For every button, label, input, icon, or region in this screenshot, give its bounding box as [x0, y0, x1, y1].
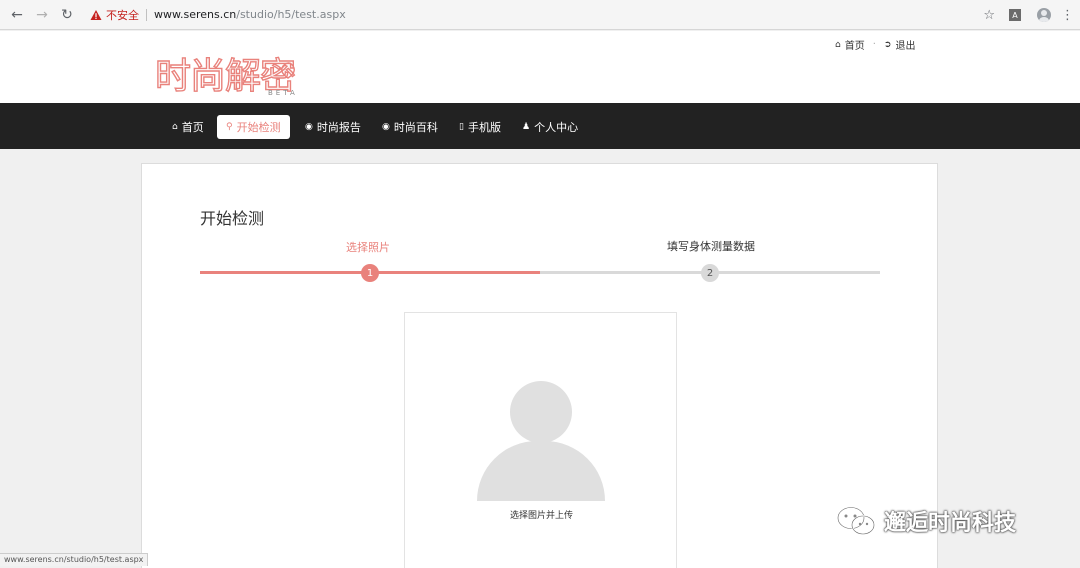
nav-item-label: 开始检测: [236, 121, 281, 134]
mobile-phone-icon: ▯: [459, 122, 464, 132]
logout-icon: ➲: [883, 39, 892, 50]
page-title: 开始检测: [200, 209, 265, 228]
user-icon: ♟: [522, 122, 531, 132]
nav-item-label: 首页: [181, 121, 204, 134]
nav-item-report[interactable]: ◉ 时尚报告: [305, 115, 361, 139]
site-header: 时尚解密 BETA ⌂ 首页 · ➲ 退出: [0, 31, 1080, 103]
watermark-text: 邂逅时尚科技: [884, 511, 1017, 536]
insecure-label: 不安全: [106, 8, 139, 22]
avatar-placeholder-head: [510, 381, 572, 443]
search-icon: ⚲: [226, 122, 233, 132]
header-logout-link[interactable]: 退出: [895, 37, 915, 52]
header-link-divider: ·: [872, 39, 876, 50]
step-2-indicator[interactable]: 2: [701, 264, 719, 282]
address-bar[interactable]: 不安全 www.serens.cn /studio/h5/test.aspx: [86, 4, 966, 26]
nav-item-label: 个人中心: [534, 121, 579, 134]
nav-item-label: 手机版: [467, 121, 501, 134]
avatar-placeholder-body: [477, 441, 605, 501]
main-nav: ⌂ 首页 ⚲ 开始检测 ◉ 时尚报告 ◉ 时尚百科 ▯ 手机版 ♟ 个人中心: [0, 103, 1080, 149]
warning-icon: [90, 9, 102, 20]
browser-toolbar: ← → ↻ 不安全 www.serens.cn /studio/h5/test.…: [0, 0, 1080, 30]
nav-item-start-test[interactable]: ⚲ 开始检测: [217, 115, 290, 139]
step-1-indicator[interactable]: 1: [361, 264, 379, 282]
nav-item-encyclopedia[interactable]: ◉ 时尚百科: [382, 115, 438, 139]
test-card: 开始检测 选择照片 填写身体测量数据 1 2 选择图片并上传: [141, 163, 938, 568]
nav-item-profile[interactable]: ♟ 个人中心: [522, 115, 578, 139]
wechat-icon: [837, 506, 875, 535]
header-links: ⌂ 首页 · ➲ 退出: [835, 37, 915, 52]
beta-label: BETA: [268, 89, 298, 97]
url-path: /studio/h5/test.aspx: [236, 8, 346, 21]
home-icon: ⌂: [172, 122, 178, 132]
back-icon[interactable]: ←: [6, 4, 28, 26]
step-2-label: 填写身体测量数据: [667, 240, 755, 253]
home-icon: ⌂: [835, 39, 841, 50]
photo-upload-area[interactable]: 选择图片并上传: [404, 312, 677, 568]
play-circle-icon: ◉: [305, 122, 313, 132]
watermark: 邂逅时尚科技: [836, 505, 1016, 537]
url-host: www.serens.cn: [154, 8, 237, 21]
bookmark-star-icon[interactable]: ☆: [983, 8, 995, 23]
address-separator: [146, 8, 147, 21]
nav-item-label: 时尚百科: [393, 121, 438, 134]
extension-icon[interactable]: A: [1009, 9, 1021, 21]
forward-icon[interactable]: →: [31, 4, 53, 26]
reload-icon[interactable]: ↻: [56, 4, 78, 26]
header-home-link[interactable]: 首页: [845, 37, 865, 52]
profile-icon[interactable]: [1037, 8, 1051, 22]
menu-dots-icon[interactable]: ⋮: [1061, 8, 1074, 23]
nav-item-mobile[interactable]: ▯ 手机版: [459, 115, 501, 139]
nav-item-label: 时尚报告: [316, 121, 361, 134]
play-circle-icon: ◉: [382, 122, 390, 132]
status-bar-url: www.serens.cn/studio/h5/test.aspx: [0, 553, 149, 566]
upload-label[interactable]: 选择图片并上传: [405, 508, 678, 521]
nav-item-home[interactable]: ⌂ 首页: [172, 115, 204, 139]
step-1-label: 选择照片: [346, 241, 390, 254]
